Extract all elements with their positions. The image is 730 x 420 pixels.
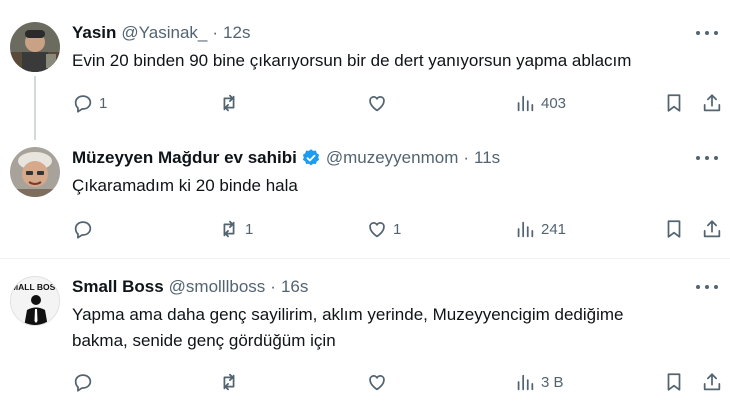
views-icon xyxy=(517,221,534,238)
views-button[interactable]: 241 xyxy=(514,216,566,242)
tweet-text: Evin 20 binden 90 bine çıkarıyorsun bir … xyxy=(72,51,632,70)
separator-dot: · xyxy=(212,23,219,42)
retweet-button[interactable]: 1 xyxy=(218,216,253,242)
tweet-header: Small Boss @smolllboss · 16s xyxy=(72,276,308,298)
like-button[interactable] xyxy=(366,369,393,395)
reply-button[interactable] xyxy=(72,216,99,242)
separator-dot: · xyxy=(270,277,276,296)
retweet-button[interactable] xyxy=(218,369,245,395)
author-handle[interactable]: @muzeyyenmom xyxy=(326,148,459,168)
tweet-actions: 1 1 241 xyxy=(0,216,730,242)
bookmark-icon xyxy=(667,94,681,112)
tweet-time[interactable]: 12s xyxy=(223,23,250,43)
avatar-photo-icon xyxy=(10,147,60,197)
bookmark-button[interactable] xyxy=(663,90,685,116)
reply-count: 1 xyxy=(99,94,108,112)
divider xyxy=(0,258,730,259)
more-options-icon[interactable] xyxy=(696,278,718,296)
heart-icon xyxy=(369,375,385,391)
separator-dot: · xyxy=(463,148,470,167)
like-button[interactable]: 1 xyxy=(366,216,401,242)
tweet-actions: 3 B xyxy=(0,369,730,395)
views-count: 403 xyxy=(541,94,567,112)
views-count: 3 B xyxy=(541,373,564,391)
avatar[interactable] xyxy=(10,22,60,72)
bookmark-icon xyxy=(667,220,681,238)
avatar-photo-icon xyxy=(10,22,60,72)
author-name[interactable]: Small Boss xyxy=(72,277,164,297)
more-options-icon[interactable] xyxy=(696,149,718,167)
retweet-icon xyxy=(223,94,235,112)
verified-badge-icon[interactable] xyxy=(301,148,321,168)
author-name[interactable]: Yasin xyxy=(72,23,116,43)
avatar-small-boss-logo-icon: MALL BOSS xyxy=(11,277,60,325)
reply-button[interactable] xyxy=(72,369,99,395)
reply-icon xyxy=(74,221,92,239)
tweet-time[interactable]: 16s xyxy=(281,277,308,297)
share-button[interactable] xyxy=(701,90,723,116)
reply-icon xyxy=(74,374,92,392)
more-options-icon[interactable] xyxy=(696,24,718,42)
bookmark-icon xyxy=(667,373,681,391)
retweet-icon xyxy=(223,373,235,391)
reply-button[interactable]: 1 xyxy=(72,90,107,116)
like-button[interactable] xyxy=(366,90,393,116)
retweet-icon xyxy=(223,220,235,238)
avatar[interactable] xyxy=(10,147,60,197)
author-handle[interactable]: @Yasinak_ xyxy=(121,23,207,43)
views-button[interactable]: 403 xyxy=(514,90,566,116)
share-icon xyxy=(703,373,721,391)
tweet-text: Çıkaramadım ki 20 binde hala xyxy=(72,176,298,195)
views-icon xyxy=(517,374,534,391)
share-button[interactable] xyxy=(701,369,723,395)
tweet-text-line: Yapma ama daha genç sayilirim, aklım yer… xyxy=(72,305,624,324)
heart-icon xyxy=(369,96,385,112)
share-icon xyxy=(703,94,721,112)
like-count: 1 xyxy=(393,220,402,238)
share-icon xyxy=(703,220,721,238)
retweet-count: 1 xyxy=(245,220,254,238)
tweet-time[interactable]: 11s xyxy=(474,148,500,168)
views-count: 241 xyxy=(541,220,567,238)
author-name[interactable]: Müzeyyen Mağdur ev sahibi xyxy=(72,148,297,168)
views-button[interactable]: 3 B xyxy=(514,369,564,395)
heart-icon xyxy=(369,222,385,238)
retweet-button[interactable] xyxy=(218,90,245,116)
tweet-text-line: bakma, senide genç gördüğüm için xyxy=(72,331,336,350)
bookmark-button[interactable] xyxy=(663,216,685,242)
tweet-header: Müzeyyen Mağdur ev sahibi @muzeyyenmom ·… xyxy=(72,147,500,169)
tweet-header: Yasin @Yasinak_ · 12s xyxy=(72,22,250,44)
author-handle[interactable]: @smolllboss xyxy=(169,277,266,297)
bookmark-button[interactable] xyxy=(663,369,685,395)
avatar[interactable]: MALL BOSS xyxy=(10,276,60,326)
views-icon xyxy=(517,95,534,112)
share-button[interactable] xyxy=(701,216,723,242)
svg-text:MALL BOSS: MALL BOSS xyxy=(11,282,60,292)
reply-icon xyxy=(74,95,92,113)
tweet-text: Yapma ama daha genç sayilirim, aklım yer… xyxy=(72,302,712,354)
tweet-actions: 1 403 xyxy=(0,90,730,116)
